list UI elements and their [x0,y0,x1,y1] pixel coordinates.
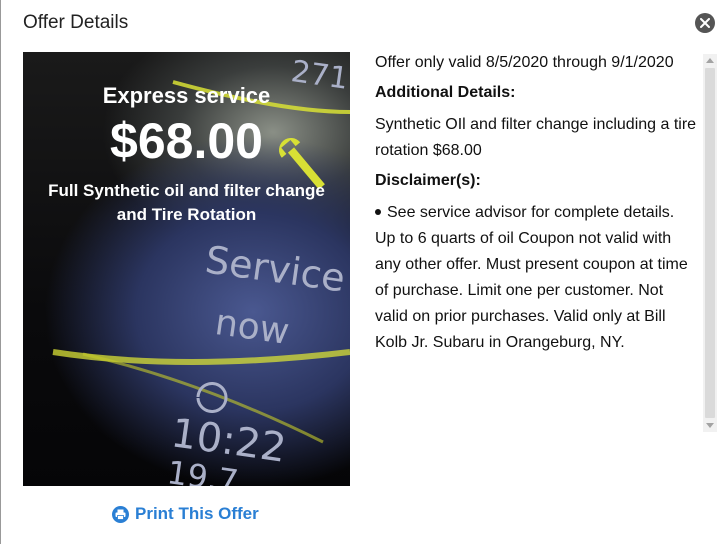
promo-title: Express service [102,83,271,108]
disclaimer-item: See service advisor for complete details… [375,200,697,356]
print-offer-label: Print This Offer [135,504,259,523]
print-offer-link[interactable]: Print This Offer [112,504,259,524]
close-icon[interactable] [695,13,715,33]
promo-price: $68.00 [110,113,263,169]
printer-icon [112,505,129,523]
additional-details-heading: Additional Details: [375,84,516,101]
offer-image: 271 Service now 10:22 19.7 Express servi… [23,52,350,486]
additional-details-text: Synthetic OIl and filter change includin… [375,116,697,159]
offer-details-panel: Offer only valid 8/5/2020 through 9/1/20… [375,54,697,434]
disclaimer-text: See service advisor for complete details… [375,204,688,351]
bullet-icon [375,208,381,215]
scroll-down-icon[interactable] [706,423,714,428]
modal-title: Offer Details [23,12,129,33]
scrollbar-thumb[interactable] [705,68,715,418]
offer-details-modal: Offer Details 271 Service now 10:22 19.7… [0,0,720,544]
scroll-up-icon[interactable] [706,58,714,63]
details-scrollbar[interactable] [703,54,717,432]
disclaimer-heading: Disclaimer(s): [375,172,481,189]
promo-description: Full Synthetic oil and filter change and… [48,181,325,224]
offer-validity: Offer only valid 8/5/2020 through 9/1/20… [375,54,674,71]
